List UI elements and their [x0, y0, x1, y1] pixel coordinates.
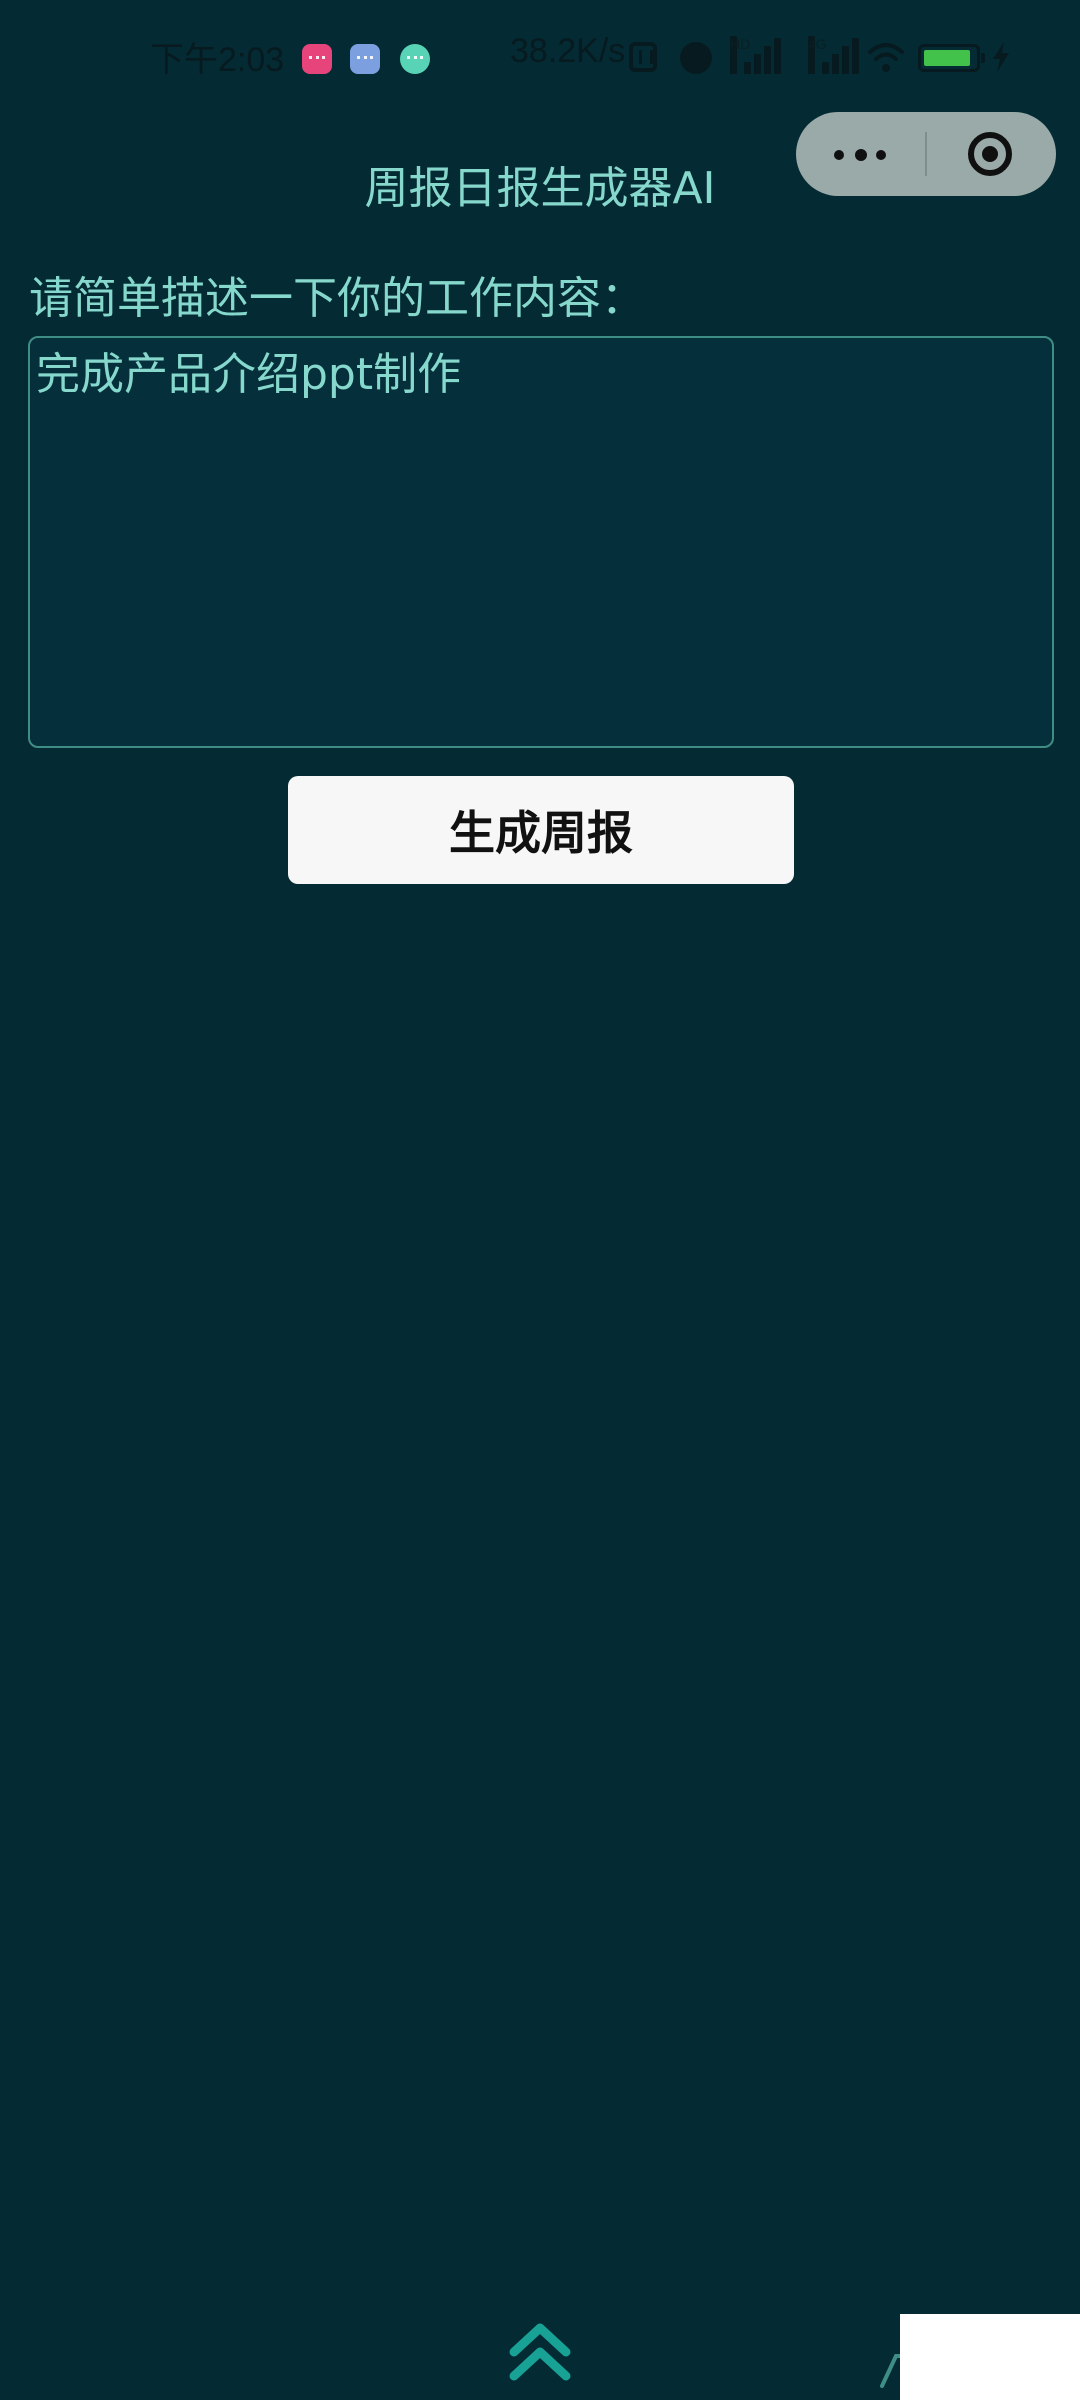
more-button[interactable]	[796, 112, 924, 196]
signal-4g-tag: 4G	[808, 36, 827, 74]
more-icon-dot	[855, 149, 867, 161]
more-icon-dot	[876, 150, 886, 160]
signal-hd-tag: HD	[730, 36, 750, 74]
signal-hd-icon: HD	[730, 36, 782, 74]
overlay-patch	[900, 2314, 1080, 2400]
generate-weekly-report-button[interactable]: 生成周报	[288, 776, 794, 884]
signal-4g-icon: 4G	[808, 36, 860, 74]
wifi-icon	[868, 43, 904, 72]
nfc-icon	[629, 42, 657, 72]
close-mini-program-icon-dot	[982, 146, 998, 162]
notification-app-icon	[302, 44, 332, 74]
message-app-icon	[350, 44, 380, 74]
battery-icon	[918, 44, 985, 72]
network-speed: 38.2K/s	[510, 32, 626, 70]
double-chevron-up-icon[interactable]	[506, 2320, 574, 2384]
capsule-divider	[925, 132, 927, 176]
close-mini-program-button[interactable]	[928, 112, 1056, 196]
status-bar: 下午2:03 38.2K/s HD 4G	[0, 0, 1080, 110]
alarm-icon	[680, 42, 712, 74]
work-description-textarea[interactable]: 完成产品介绍ppt制作	[28, 336, 1054, 748]
work-description-label: 请简单描述一下你的工作内容：	[29, 273, 645, 324]
status-time: 下午2:03	[150, 41, 285, 79]
mini-program-capsule	[796, 112, 1056, 196]
more-icon-dot	[834, 150, 844, 160]
assistant-app-icon	[400, 44, 430, 74]
charging-icon	[993, 42, 1009, 72]
